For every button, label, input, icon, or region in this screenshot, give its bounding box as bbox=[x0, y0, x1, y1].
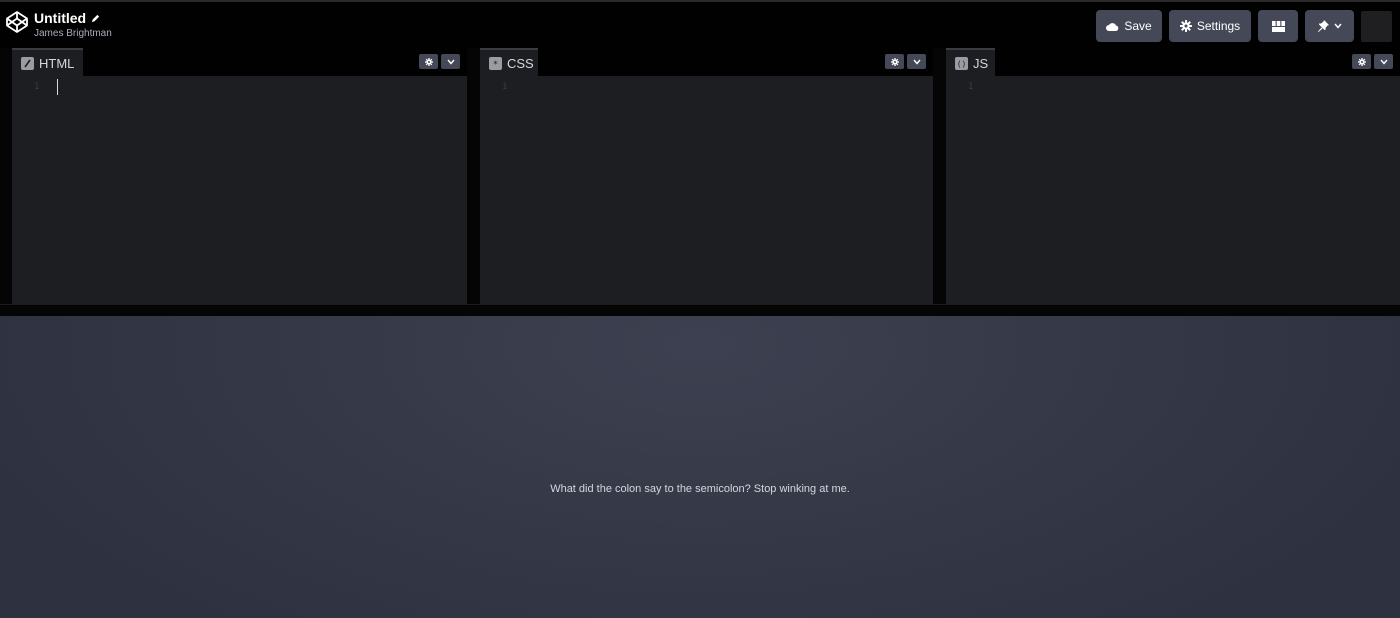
css-editor-pane: * CSS 1 bbox=[480, 48, 933, 304]
codepen-logo-icon[interactable] bbox=[5, 10, 29, 34]
pane-tools bbox=[419, 54, 460, 69]
chevron-down-icon bbox=[446, 59, 455, 65]
user-avatar[interactable] bbox=[1361, 11, 1392, 42]
pane-tools bbox=[885, 54, 926, 69]
pane-header bbox=[946, 48, 1400, 76]
js-editor-pane: () JS 1 bbox=[946, 48, 1400, 304]
save-label: Save bbox=[1124, 19, 1152, 33]
editor-settings-button[interactable] bbox=[419, 54, 438, 69]
editor-resize-handle[interactable] bbox=[0, 304, 1400, 316]
tab-label: JS bbox=[973, 55, 989, 71]
settings-label: Settings bbox=[1196, 19, 1241, 33]
editor-menu-button[interactable] bbox=[1374, 54, 1393, 69]
editor-panes: HTML 1 * CSS 1 () JS 1 bbox=[0, 48, 1400, 304]
pen-title-area: Untitled James Brightman bbox=[34, 9, 112, 40]
pencil-icon[interactable] bbox=[90, 13, 101, 24]
change-view-button[interactable] bbox=[1258, 10, 1298, 42]
chevron-down-icon bbox=[1379, 59, 1388, 65]
html-editor-pane: HTML 1 bbox=[12, 48, 467, 304]
line-number: 1 bbox=[502, 82, 508, 92]
author-name[interactable]: James Brightman bbox=[34, 28, 112, 40]
pen-title[interactable]: Untitled bbox=[34, 9, 86, 27]
preview-text: What did the colon say to the semicolon?… bbox=[550, 483, 850, 495]
editor-menu-button[interactable] bbox=[441, 54, 460, 69]
js-icon: () bbox=[955, 56, 968, 70]
text-cursor bbox=[57, 79, 58, 95]
chevron-down-icon bbox=[1333, 23, 1342, 29]
svg-text:*: * bbox=[493, 60, 498, 68]
pane-header bbox=[480, 48, 933, 76]
chevron-down-icon bbox=[912, 59, 921, 65]
html-code-area[interactable]: 1 bbox=[12, 76, 467, 304]
layout-icon bbox=[1271, 20, 1285, 32]
editor-settings-button[interactable] bbox=[1352, 54, 1371, 69]
line-number: 1 bbox=[34, 82, 40, 92]
result-preview[interactable]: What did the colon say to the semicolon?… bbox=[0, 316, 1400, 618]
tab-label: HTML bbox=[39, 55, 75, 71]
gear-icon bbox=[1357, 57, 1366, 66]
editor-menu-button[interactable] bbox=[907, 54, 926, 69]
html-icon bbox=[21, 56, 34, 70]
pane-tools bbox=[1352, 54, 1393, 69]
js-code-area[interactable]: 1 bbox=[946, 76, 1400, 304]
tab-css[interactable]: * CSS bbox=[480, 48, 538, 76]
cloud-icon bbox=[1106, 22, 1119, 31]
gear-icon bbox=[890, 57, 899, 66]
pin-menu-button[interactable] bbox=[1305, 10, 1354, 42]
svg-text:(): () bbox=[957, 59, 966, 68]
css-icon: * bbox=[489, 56, 502, 70]
settings-button[interactable]: Settings bbox=[1169, 10, 1251, 42]
save-button[interactable]: Save bbox=[1096, 10, 1162, 42]
gear-icon bbox=[424, 57, 433, 66]
tab-html[interactable]: HTML bbox=[12, 48, 83, 76]
css-code-area[interactable]: 1 bbox=[480, 76, 933, 304]
pin-icon bbox=[1317, 20, 1329, 32]
editor-settings-button[interactable] bbox=[885, 54, 904, 69]
tab-js[interactable]: () JS bbox=[946, 48, 995, 76]
top-header: Untitled James Brightman Save Settings bbox=[0, 0, 1400, 48]
tab-label: CSS bbox=[507, 55, 534, 71]
gear-icon bbox=[1179, 20, 1192, 32]
line-number: 1 bbox=[968, 82, 974, 92]
